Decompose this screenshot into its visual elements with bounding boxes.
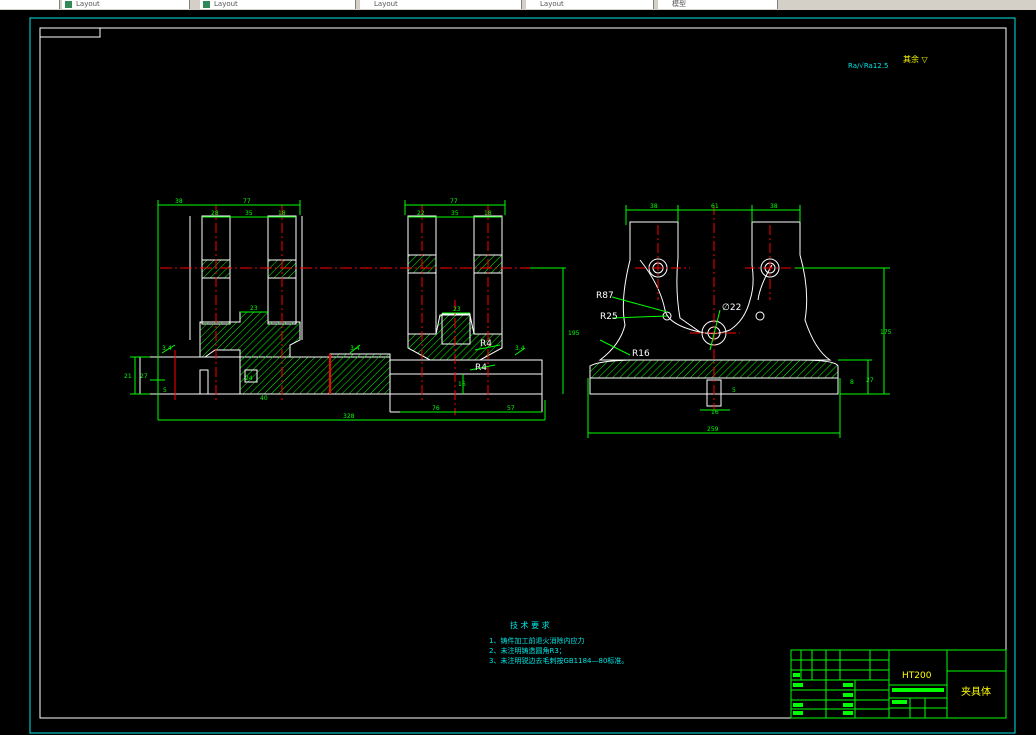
dim-23-right: 23 [453,306,461,313]
layout-icon [203,1,210,8]
dim-5: 5 [163,387,167,394]
tab-layout-2[interactable]: Layout [200,0,356,9]
base-slab-right [389,359,543,395]
tab-layout-4[interactable]: Layout [526,0,654,9]
radius-r25: R25 [600,312,618,322]
dim-18-right: 18 [484,210,492,217]
roughness-note-right: 其余 ▽ [903,54,929,64]
tech-req-line-2: 2、未注明铸造圆角R3； [489,646,566,655]
dia-22: ∅22 [722,303,741,313]
dim-40: 40 [260,395,268,402]
left-block-section [199,311,331,395]
side-dim-8: 8 [850,379,854,386]
dim-77-left: 77 [243,198,251,205]
tech-req-line-3: 3、未注明锐边去毛刺按GB1184—80标准。 [489,656,628,665]
radius-r4-lower: R4 [475,363,487,373]
dim-3-4-c: 3.4 [515,345,525,352]
radius-r16: R16 [632,349,650,359]
tab-layout-1[interactable]: Layout [62,0,190,9]
tab-model[interactable]: 模型 [658,0,778,9]
dim-3-4-a: 3.4 [162,345,172,352]
layout-icon [65,1,72,8]
sheet-code-box [39,27,101,38]
roughness-note-left: Ra/√Ra12.5 [848,62,888,70]
technical-requirements: 技 术 要 求 1、铸件加工前退火消除内应力 2、未注明铸造圆角R3； 3、未注… [489,620,628,665]
dim-38: 38 [175,198,183,205]
side-dim-27: 27 [866,377,874,384]
side-view: 38 61 38 R87 R25 ∅22 R16 175 27 8 16 259… [587,203,892,438]
dim-76: 76 [432,405,440,412]
tech-req-line-1: 1、铸件加工前退火消除内应力 [489,636,584,645]
cad-drawing: Ra/√Ra12.5 其余 ▽ 38 77 77 28 35 18 22 35 … [29,17,1016,734]
side-dim-38-left: 38 [650,203,658,210]
sheet-frame [39,27,1007,719]
side-dim-259: 259 [707,426,719,433]
side-dim-16: 16 [711,409,719,416]
front-view: 38 77 77 28 35 18 22 35 18 23 23 195 21 … [124,198,580,421]
dim-23-left: 23 [250,305,258,312]
dim-3-4-b: 3.4 [350,345,360,352]
dim-35-right: 35 [451,210,459,217]
side-dim-175: 175 [880,329,892,336]
dim-27: 27 [140,373,148,380]
title-block-material: HT200 [902,671,932,681]
radius-r87: R87 [596,291,614,301]
dim-77-right: 77 [450,198,458,205]
side-dim-38-right: 38 [770,203,778,210]
side-dim-5: 5 [732,387,736,394]
dim-18-left: 18 [278,210,286,217]
tab-layout-3[interactable]: Layout [360,0,522,9]
dim-35-left: 35 [245,210,253,217]
dim-24: 24 [245,375,253,382]
dim-57: 57 [507,405,515,412]
side-dim-61: 61 [711,203,719,210]
tech-req-title: 技 术 要 求 [510,620,550,630]
dim-22: 22 [417,210,425,217]
title-block [790,649,1007,719]
dim-195: 195 [568,330,580,337]
radius-r4-upper: R4 [480,339,492,349]
title-block-part-name: 夹具体 [961,685,991,698]
dim-21: 21 [124,373,132,380]
dim-28: 28 [211,210,219,217]
dim-16: 16 [458,381,466,388]
dim-328: 328 [343,413,355,420]
drawing-canvas[interactable]: Ra/√Ra12.5 其余 ▽ 38 77 77 28 35 18 22 35 … [0,10,1036,735]
tab-blank[interactable] [0,0,60,9]
